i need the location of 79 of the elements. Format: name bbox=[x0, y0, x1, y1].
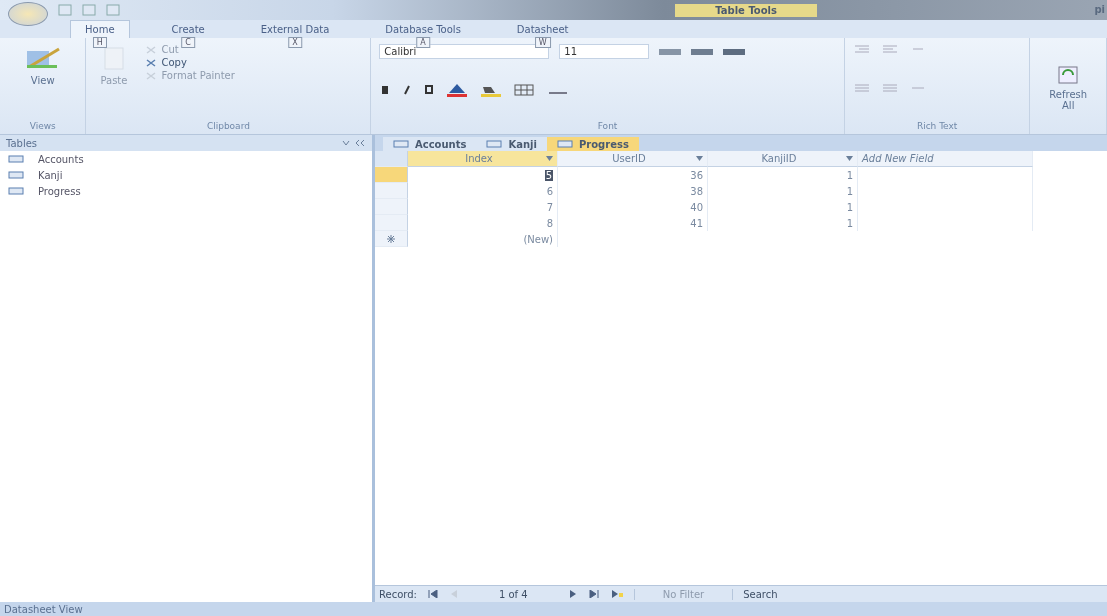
contextual-tab-label: Table Tools bbox=[675, 3, 817, 17]
numbered-list-icon[interactable] bbox=[852, 82, 871, 93]
collapse-icon[interactable] bbox=[342, 139, 366, 147]
search-field[interactable]: Search bbox=[743, 588, 778, 600]
clipboard-action-icon bbox=[145, 70, 158, 81]
new-record-cell: (New) bbox=[523, 233, 553, 245]
underline-icon[interactable] bbox=[423, 84, 436, 96]
record-label: Record: bbox=[379, 588, 417, 600]
group-label: Rich Text bbox=[915, 121, 959, 131]
refresh-button[interactable]: Refresh All bbox=[1038, 63, 1098, 112]
refresh-icon bbox=[1057, 64, 1080, 85]
dropdown-arrow-icon bbox=[546, 156, 553, 161]
status-text: Datasheet View bbox=[4, 603, 83, 615]
office-button[interactable] bbox=[8, 2, 48, 26]
view-icon bbox=[24, 45, 61, 71]
row-selector[interactable] bbox=[375, 183, 408, 199]
nav-pane-item[interactable]: Progress bbox=[0, 183, 372, 199]
indent-icon[interactable] bbox=[852, 44, 871, 54]
column-header[interactable]: Index bbox=[408, 151, 558, 167]
row-selector[interactable] bbox=[375, 199, 408, 215]
table-cell: 8 bbox=[546, 217, 553, 229]
ribbon-tab[interactable]: Home bbox=[70, 20, 130, 38]
table-icon bbox=[8, 187, 24, 195]
ribbon-tab[interactable]: Database Tools bbox=[371, 20, 475, 38]
font-name-field[interactable]: Calibri bbox=[379, 44, 550, 59]
column-header[interactable]: KanjiID bbox=[708, 151, 858, 167]
ribbon-tab[interactable]: External Data bbox=[246, 20, 344, 38]
clipboard-action-icon bbox=[145, 57, 158, 68]
table-cell: 1 bbox=[846, 185, 853, 197]
table-cell: 5 bbox=[544, 169, 553, 181]
table-cell: 7 bbox=[546, 201, 553, 213]
table-cell: 6 bbox=[546, 185, 553, 197]
record-position-field[interactable]: 1 of 4 bbox=[468, 588, 558, 600]
outdent-icon[interactable] bbox=[880, 44, 899, 54]
group-label: Clipboard bbox=[205, 121, 251, 131]
group-label: Views bbox=[28, 121, 57, 131]
table-icon bbox=[8, 171, 24, 179]
table-cell: 41 bbox=[690, 217, 703, 229]
table-cell: 40 bbox=[690, 201, 703, 213]
nav-pane-item[interactable]: Accounts bbox=[0, 151, 372, 167]
bullet-list-icon[interactable] bbox=[880, 82, 899, 93]
align-right-icon[interactable] bbox=[723, 46, 746, 57]
table-cell: 1 bbox=[846, 201, 853, 213]
font-size-field[interactable]: 11 bbox=[559, 44, 650, 59]
first-record-icon[interactable] bbox=[426, 590, 439, 598]
clipboard-action-icon bbox=[145, 44, 158, 55]
window-title: pi bbox=[1094, 4, 1105, 15]
table-icon bbox=[556, 140, 573, 148]
last-record-icon[interactable] bbox=[587, 590, 600, 598]
table-icon bbox=[486, 140, 503, 148]
nav-pane-title[interactable]: Tables bbox=[6, 137, 38, 149]
table-cell: 1 bbox=[846, 217, 853, 229]
add-field-header[interactable]: Add New Field bbox=[858, 151, 1033, 167]
font-color-icon[interactable] bbox=[445, 83, 470, 97]
dropdown-arrow-icon bbox=[696, 156, 703, 161]
dropdown-arrow-icon bbox=[846, 156, 853, 161]
view-button[interactable]: View bbox=[8, 44, 78, 87]
table-cell: 36 bbox=[690, 169, 703, 181]
select-all-corner[interactable] bbox=[375, 151, 408, 167]
table-icon bbox=[393, 140, 409, 148]
row-selector[interactable] bbox=[375, 167, 408, 183]
new-record-icon[interactable] bbox=[609, 590, 624, 598]
column-header[interactable]: UserID bbox=[558, 151, 708, 167]
next-record-icon[interactable] bbox=[567, 590, 578, 598]
new-record-icon bbox=[386, 234, 396, 243]
align-left-icon[interactable] bbox=[659, 46, 682, 57]
table-cell: 1 bbox=[846, 169, 853, 181]
document-tab[interactable]: Progress bbox=[546, 137, 639, 151]
nav-pane-item[interactable]: Kanji bbox=[0, 167, 372, 183]
group-label: Font bbox=[596, 121, 619, 131]
ribbon-tab[interactable]: Datasheet bbox=[502, 20, 583, 38]
document-tab[interactable]: Accounts bbox=[383, 137, 477, 151]
ribbon-tab[interactable]: Create bbox=[157, 20, 219, 38]
row-selector[interactable] bbox=[375, 215, 408, 231]
table-cell: 38 bbox=[690, 185, 703, 197]
document-tab[interactable]: Kanji bbox=[476, 137, 547, 151]
table-icon bbox=[8, 155, 24, 163]
clipboard-button[interactable]: Copy bbox=[145, 57, 235, 68]
align-center-icon[interactable] bbox=[691, 46, 714, 57]
